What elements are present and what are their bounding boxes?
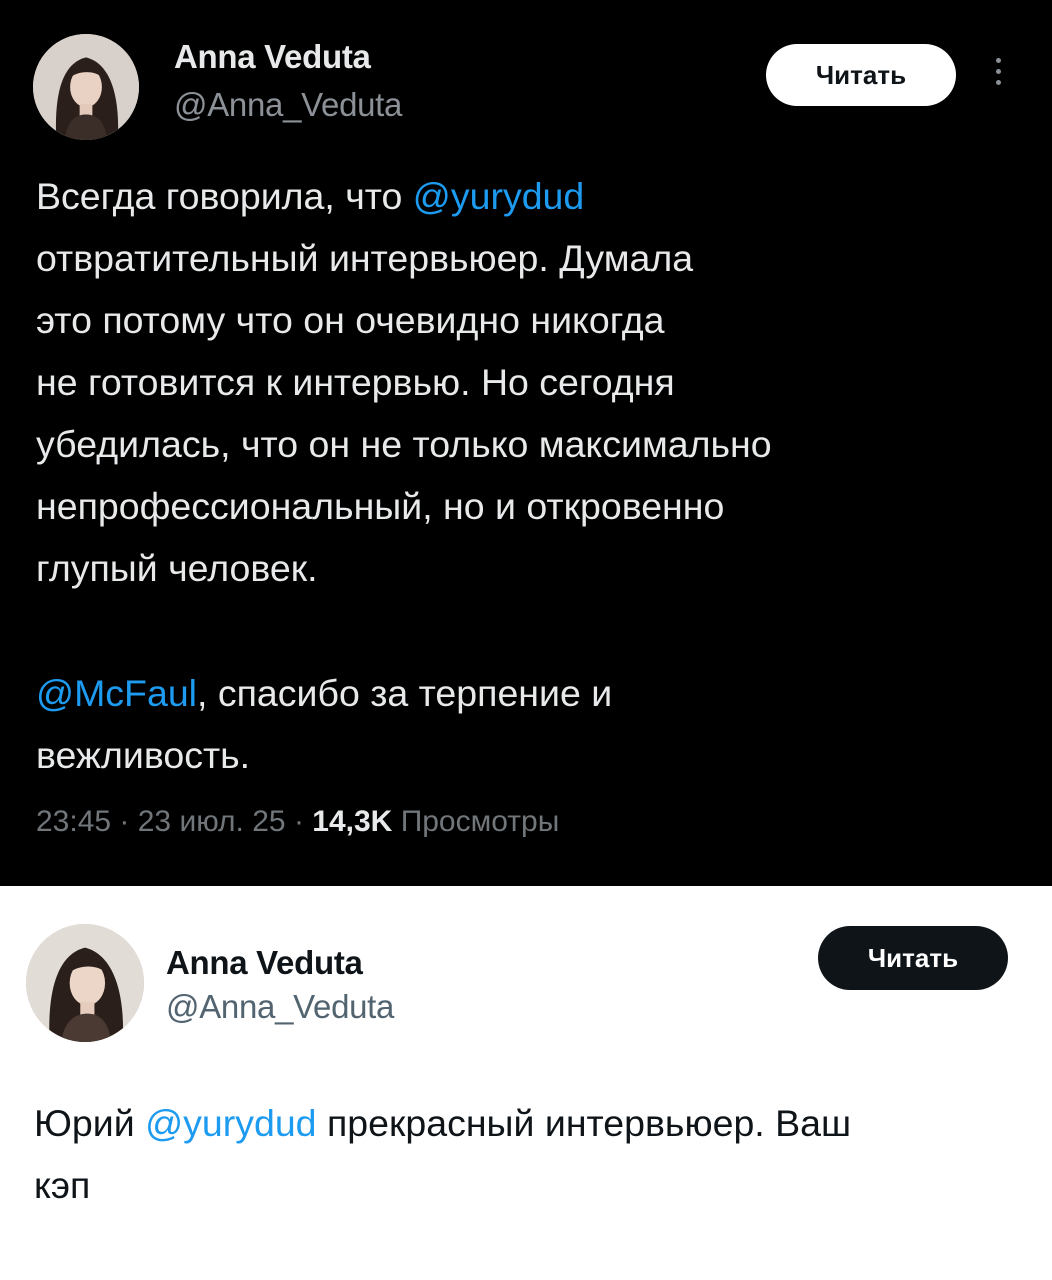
avatar-photo — [26, 924, 144, 1042]
text-segment: прекрасный интервьюер. Ваш — [316, 1102, 852, 1144]
text-line: убедилась, что он не только максимально — [36, 423, 772, 465]
text-segment: Юрий — [34, 1102, 146, 1144]
text-line: Юрий @yurydud прекрасный интервьюер. Ваш — [34, 1092, 851, 1154]
tweet-text-paragraph-2: @McFaul, спасибо за терпение и вежливост… — [36, 662, 612, 786]
author-name[interactable]: Anna Veduta — [174, 38, 371, 76]
mention-link[interactable]: @yurydud — [413, 175, 584, 217]
author-handle[interactable]: @Anna_Veduta — [174, 86, 402, 124]
text-line: не готовится к интервью. Но сегодня — [36, 361, 675, 403]
text-line: это потому что он очевидно никогда — [36, 299, 665, 341]
author-avatar[interactable] — [33, 34, 139, 140]
text-line: вежливость. — [36, 734, 251, 776]
views-label: Просмотры — [400, 805, 560, 838]
tweet-text: Юрий @yurydud прекрасный интервьюер. Ваш… — [34, 1092, 851, 1216]
tweet-text: Всегда говорила, что @yurydud отвратител… — [36, 165, 772, 599]
meta-separator: · — [111, 805, 138, 838]
meta-separator: · — [285, 805, 313, 838]
author-name[interactable]: Anna Veduta — [166, 944, 363, 982]
tweet-light: Anna Veduta @Anna_Veduta Читать Юрий @yu… — [0, 886, 1052, 1280]
text-segment: Всегда говорила, что — [36, 175, 413, 217]
tweet-meta: 23:45 · 23 июл. 25 · 14,3K Просмотры — [36, 805, 559, 839]
text-line: Всегда говорила, что @yurydud — [36, 165, 772, 227]
author-avatar[interactable] — [26, 924, 144, 1042]
mention-link[interactable]: @McFaul — [36, 672, 197, 714]
views-count: 14,3K — [312, 805, 393, 838]
mention-link[interactable]: @yurydud — [145, 1102, 316, 1144]
avatar-photo — [33, 34, 139, 140]
text-line: глупый человек. — [36, 547, 318, 589]
tweet-date[interactable]: 23 июл. 25 — [138, 805, 286, 838]
author-handle[interactable]: @Anna_Veduta — [166, 988, 394, 1026]
follow-button[interactable]: Читать — [818, 926, 1008, 990]
tweet-time[interactable]: 23:45 — [36, 805, 111, 838]
follow-button[interactable]: Читать — [766, 44, 956, 106]
text-line: кэп — [34, 1164, 91, 1206]
more-vertical-icon[interactable] — [990, 58, 1006, 94]
text-line: отвратительный интервьюер. Думала — [36, 237, 694, 279]
text-segment: , спасибо за терпение и — [197, 672, 613, 714]
tweet-dark: Anna Veduta @Anna_Veduta Читать Всегда г… — [0, 0, 1052, 886]
text-line: непрофессиональный, но и откровенно — [36, 485, 725, 527]
text-line: @McFaul, спасибо за терпение и — [36, 662, 612, 724]
